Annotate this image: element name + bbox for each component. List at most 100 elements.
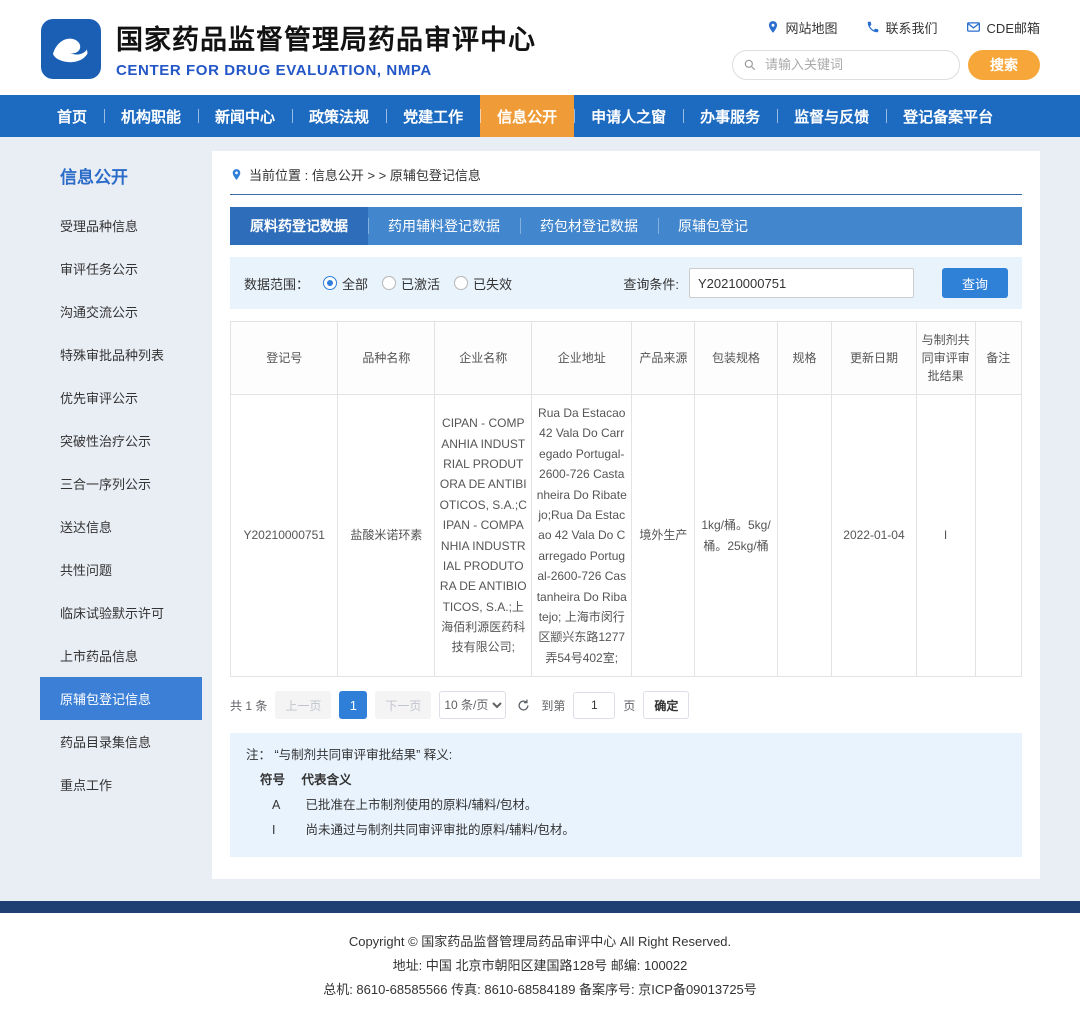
sidebar-item-raw-excipient-registration[interactable]: 原辅包登记信息 [40, 677, 202, 720]
cell-registration-no: Y20210000751 [231, 395, 338, 677]
sidebar-item-special-approval[interactable]: 特殊审批品种列表 [40, 333, 202, 376]
legend-note: 注： “与制剂共同审评审批结果” 释义: 符号 代表含义 A 已批准在上市制剂使… [230, 733, 1022, 857]
data-tabs: 原料药登记数据 药用辅料登记数据 药包材登记数据 原辅包登记 [230, 207, 1022, 245]
col-joint-review-result: 与制剂共同审评审批结果 [916, 322, 975, 395]
query-condition-input[interactable] [689, 268, 914, 298]
sidebar-item-common-issues[interactable]: 共性问题 [40, 548, 202, 591]
link-cde-mail[interactable]: CDE邮箱 [966, 18, 1040, 37]
radio-all-circle-icon[interactable] [323, 276, 337, 290]
cell-company-address: Rua Da Estacao 42 Vala Do Carregado Port… [532, 395, 632, 677]
footer-address: 地址: 中国 北京市朝阳区建国路128号 邮编: 100022 [0, 955, 1080, 974]
search-input[interactable] [763, 56, 949, 73]
jump-confirm-button[interactable]: 确定 [643, 691, 689, 719]
header-brand: 国家药品监督管理局药品审评中心 CENTER FOR DRUG EVALUATI… [40, 18, 536, 80]
breadcrumb-text: 当前位置 : 信息公开 > > 原辅包登记信息 [249, 165, 481, 184]
tab-packaging-registration[interactable]: 药包材登记数据 [520, 207, 658, 245]
query-button[interactable]: 查询 [942, 268, 1008, 298]
jump-page-input[interactable] [573, 692, 615, 719]
nav-item-home[interactable]: 首页 [40, 95, 104, 137]
sidebar-item-priority-review[interactable]: 优先审评公示 [40, 376, 202, 419]
cell-packaging-spec: 1kg/桶。5kg/桶。25kg/桶 [695, 395, 777, 677]
search-box [732, 50, 960, 80]
link-sitemap[interactable]: 网站地图 [766, 18, 838, 37]
link-contact[interactable]: 联系我们 [866, 18, 938, 37]
page-number-1[interactable]: 1 [339, 691, 367, 719]
footer-copyright: Copyright © 国家药品监督管理局药品审评中心 All Right Re… [0, 931, 1080, 950]
cell-company-name: CIPAN - COMPANHIA INDUSTRIAL PRODUTORA D… [435, 395, 532, 677]
radio-label: 已激活 [401, 274, 440, 293]
jump-suffix-label: 页 [623, 697, 635, 714]
nav-item-registration-platform[interactable]: 登记备案平台 [886, 95, 1010, 137]
sidebar-item-clinical-trial-license[interactable]: 临床试验默示许可 [40, 591, 202, 634]
col-company-address: 企业地址 [532, 322, 632, 395]
cell-update-date: 2022-01-04 [832, 395, 916, 677]
note-title: 注： “与制剂共同审评审批结果” 释义: [246, 743, 1006, 768]
sidebar-item-breakthrough-therapy[interactable]: 突破性治疗公示 [40, 419, 202, 462]
sidebar-item-accepted-varieties[interactable]: 受理品种信息 [40, 204, 202, 247]
tab-excipient-registration[interactable]: 药用辅料登记数据 [368, 207, 520, 245]
note-meaning: 已批准在上市制剂使用的原料/辅料/包材。 [305, 798, 537, 812]
refresh-icon[interactable] [516, 698, 531, 713]
search-button[interactable]: 搜索 [968, 50, 1040, 80]
radio-all[interactable]: 全部 [323, 274, 368, 293]
site-subtitle: CENTER FOR DRUG EVALUATION, NMPA [116, 62, 536, 79]
nav-item-party[interactable]: 党建工作 [386, 95, 480, 137]
phone-icon [866, 20, 880, 34]
radio-label: 全部 [342, 274, 368, 293]
col-registration-no: 登记号 [231, 322, 338, 395]
sidebar-item-key-work[interactable]: 重点工作 [40, 763, 202, 806]
content-panel: 当前位置 : 信息公开 > > 原辅包登记信息 原料药登记数据 药用辅料登记数据… [212, 151, 1040, 879]
site-footer: Copyright © 国家药品监督管理局药品审评中心 All Right Re… [0, 913, 1080, 1021]
col-company-name: 企业名称 [435, 322, 532, 395]
nav-item-policies[interactable]: 政策法规 [292, 95, 386, 137]
radio-activated-circle-icon[interactable] [382, 276, 396, 290]
page-size-select[interactable]: 10 条/页 [439, 691, 506, 719]
note-header: 符号 代表含义 [246, 768, 1006, 793]
cde-logo-icon [40, 18, 102, 80]
nav-item-services[interactable]: 办事服务 [683, 95, 777, 137]
tab-raw-excipient[interactable]: 原辅包登记 [658, 207, 768, 245]
sidebar: 信息公开 受理品种信息 审评任务公示 沟通交流公示 特殊审批品种列表 优先审评公… [40, 151, 202, 806]
note-symbol: I [272, 818, 302, 843]
prev-page-button[interactable]: 上一页 [275, 691, 331, 719]
sidebar-title: 信息公开 [40, 151, 202, 204]
next-page-button[interactable]: 下一页 [375, 691, 431, 719]
radio-activated[interactable]: 已激活 [382, 274, 440, 293]
cell-variety-name: 盐酸米诺环素 [338, 395, 435, 677]
sidebar-item-marketed-drugs[interactable]: 上市药品信息 [40, 634, 202, 677]
search-icon [743, 58, 757, 72]
sidebar-item-review-tasks[interactable]: 审评任务公示 [40, 247, 202, 290]
sidebar-item-communication[interactable]: 沟通交流公示 [40, 290, 202, 333]
tab-api-registration[interactable]: 原料药登记数据 [230, 207, 368, 245]
table-header-row: 登记号 品种名称 企业名称 企业地址 产品来源 包装规格 规格 更新日期 与制剂… [231, 322, 1022, 395]
pagination: 共 1 条 上一页 1 下一页 10 条/页 到第 页 确定 [230, 691, 1022, 719]
nav-item-info-disclosure[interactable]: 信息公开 [480, 95, 574, 137]
sidebar-item-delivery-info[interactable]: 送达信息 [40, 505, 202, 548]
nav-item-applicant-window[interactable]: 申请人之窗 [574, 95, 683, 137]
query-condition-label: 查询条件: [623, 274, 679, 293]
footer-divider [0, 901, 1080, 913]
sidebar-item-three-in-one[interactable]: 三合一序列公示 [40, 462, 202, 505]
cell-product-origin: 境外生产 [632, 395, 695, 677]
note-meaning-header: 代表含义 [301, 773, 351, 787]
nav-item-supervision[interactable]: 监督与反馈 [777, 95, 886, 137]
title-block: 国家药品监督管理局药品审评中心 CENTER FOR DRUG EVALUATI… [116, 18, 536, 79]
nav-item-news[interactable]: 新闻中心 [198, 95, 292, 137]
radio-expired-circle-icon[interactable] [454, 276, 468, 290]
jump-prefix-label: 到第 [541, 697, 565, 714]
radio-expired[interactable]: 已失效 [454, 274, 512, 293]
note-meaning: 尚未通过与制剂共同审评审批的原料/辅料/包材。 [305, 823, 574, 837]
scope-label: 数据范围： [244, 274, 309, 293]
filter-bar: 数据范围： 全部 已激活 已失效 查询条件: 查询 [230, 257, 1022, 309]
col-update-date: 更新日期 [832, 322, 916, 395]
note-symbol: A [272, 793, 302, 818]
note-row-i: I 尚未通过与制剂共同审评审批的原料/辅料/包材。 [246, 818, 1006, 843]
note-row-a: A 已批准在上市制剂使用的原料/辅料/包材。 [246, 793, 1006, 818]
col-product-origin: 产品来源 [632, 322, 695, 395]
site-header: 国家药品监督管理局药品审评中心 CENTER FOR DRUG EVALUATI… [0, 0, 1080, 95]
cell-joint-review-result: I [916, 395, 975, 677]
location-pin-icon [230, 168, 243, 181]
sidebar-item-drug-catalog[interactable]: 药品目录集信息 [40, 720, 202, 763]
nav-item-functions[interactable]: 机构职能 [104, 95, 198, 137]
map-pin-icon [766, 20, 780, 34]
